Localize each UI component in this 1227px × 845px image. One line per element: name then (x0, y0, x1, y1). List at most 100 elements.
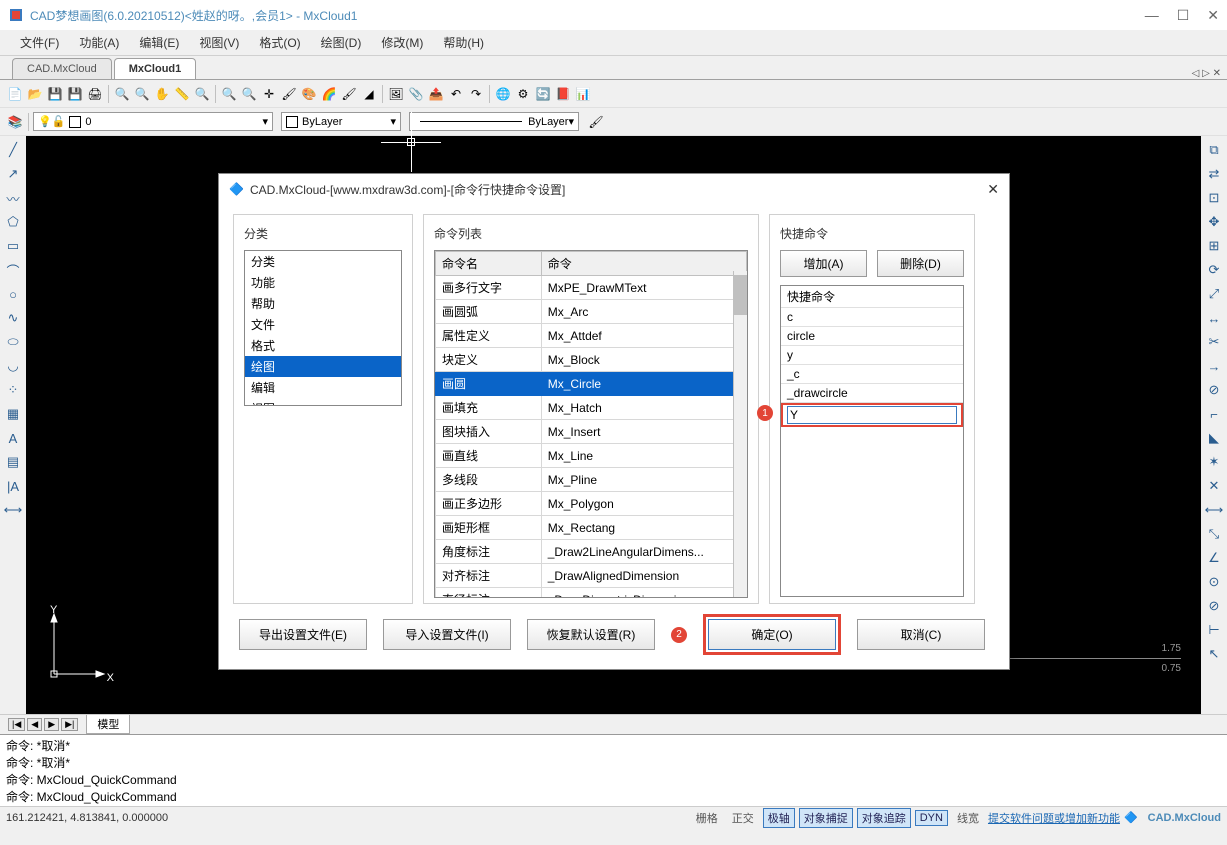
menu-function[interactable]: 功能(A) (69, 31, 129, 54)
status-osnap[interactable]: 对象捕捉 (799, 808, 853, 828)
tab-nav-last-icon[interactable]: ▶| (61, 718, 78, 731)
save-icon[interactable]: 💾 (46, 85, 64, 103)
matchprop-icon[interactable]: 🖌 (587, 113, 605, 131)
dist-icon[interactable]: 📏 (173, 85, 191, 103)
category-item[interactable]: 视图 (245, 398, 401, 406)
minimize-button[interactable]: — (1145, 7, 1159, 24)
undo-icon[interactable]: ↶ (447, 85, 465, 103)
dim-linear-icon[interactable]: ⟷ (1204, 500, 1224, 520)
export-settings-button[interactable]: 导出设置文件(E) (239, 619, 367, 650)
trim-tool-icon[interactable]: ✂ (1204, 332, 1224, 352)
leader-icon[interactable]: ↖ (1204, 644, 1224, 664)
refresh-icon[interactable]: 🔄 (534, 85, 552, 103)
menu-help[interactable]: 帮助(H) (433, 31, 494, 54)
ok-button[interactable]: 确定(O) (708, 619, 836, 650)
move-icon[interactable]: ✛ (260, 85, 278, 103)
category-item[interactable]: 功能 (245, 272, 401, 293)
rect-tool-icon[interactable]: ▭ (3, 236, 23, 256)
category-item[interactable]: 分类 (245, 251, 401, 272)
delete-button[interactable]: 删除(D) (877, 250, 964, 277)
menu-file[interactable]: 文件(F) (10, 31, 69, 54)
linetype-dropdown[interactable]: ByLayer ▾ (409, 112, 579, 131)
color-dropdown[interactable]: ByLayer ▾ (281, 112, 401, 131)
category-item[interactable]: 编辑 (245, 377, 401, 398)
feedback-link[interactable]: 提交软件问题或增加新功能 (988, 810, 1120, 826)
doc-tab[interactable]: CAD.MxCloud (12, 58, 112, 79)
list-item[interactable]: y (781, 346, 963, 365)
dim-angle-icon[interactable]: ∠ (1204, 548, 1224, 568)
color-icon[interactable]: 🎨 (300, 85, 318, 103)
pan-icon[interactable]: ✋ (153, 85, 171, 103)
open-icon[interactable]: 📂 (26, 85, 44, 103)
offset-tool-icon[interactable]: ⊡ (1204, 188, 1224, 208)
copy-tool-icon[interactable]: ⧉ (1204, 140, 1224, 160)
shortcuts-list[interactable]: 快捷命令 c circle y _c _drawcircle 1 (780, 285, 964, 597)
paint-icon[interactable]: 🖌 (280, 85, 298, 103)
column-header[interactable]: 命令名 (436, 252, 542, 276)
fillet-tool-icon[interactable]: ⌐ (1204, 404, 1224, 424)
scrollbar[interactable] (733, 271, 747, 597)
table-tool-icon[interactable]: ▤ (3, 452, 23, 472)
tab-nav-next-icon[interactable]: ▶ (44, 718, 59, 731)
print-icon[interactable]: 🖨 (86, 85, 104, 103)
gradient-icon[interactable]: 🌈 (320, 85, 338, 103)
import-settings-button[interactable]: 导入设置文件(I) (383, 619, 511, 650)
category-item-selected[interactable]: 绘图 (245, 356, 401, 377)
category-item[interactable]: 帮助 (245, 293, 401, 314)
point-tool-icon[interactable]: ⁘ (3, 380, 23, 400)
layer-dropdown[interactable]: 💡 🔓 0 ▾ (33, 112, 273, 131)
pdf-icon[interactable]: 📕 (554, 85, 572, 103)
chamfer-tool-icon[interactable]: ◣ (1204, 428, 1224, 448)
hatch-tool-icon[interactable]: ▦ (3, 404, 23, 424)
attach-icon[interactable]: 📎 (407, 85, 425, 103)
web-icon[interactable]: 🌐 (494, 85, 512, 103)
move-tool-icon[interactable]: ✥ (1204, 212, 1224, 232)
break-tool-icon[interactable]: ⊘ (1204, 380, 1224, 400)
dim-dia-icon[interactable]: ⊘ (1204, 596, 1224, 616)
array-tool-icon[interactable]: ⊞ (1204, 236, 1224, 256)
command-window[interactable]: 命令: *取消* 命令: *取消* 命令: MxCloud_QuickComma… (0, 734, 1227, 806)
saveas-icon[interactable]: 💾 (66, 85, 84, 103)
spline-tool-icon[interactable]: ∿ (3, 308, 23, 328)
new-icon[interactable]: 📄 (6, 85, 24, 103)
scrollbar-thumb[interactable] (734, 275, 747, 315)
model-tab[interactable]: 模型 (86, 715, 130, 734)
restore-defaults-button[interactable]: 恢复默认设置(R) (527, 619, 655, 650)
scale-tool-icon[interactable]: ⤢ (1204, 284, 1224, 304)
zoom-all-icon[interactable]: 🔍 (193, 85, 211, 103)
erase-tool-icon[interactable]: ✕ (1204, 476, 1224, 496)
close-button[interactable]: ✕ (1207, 7, 1219, 24)
arc-tool-icon[interactable]: ⌒ (3, 260, 23, 280)
status-otrack[interactable]: 对象追踪 (857, 808, 911, 828)
ray-tool-icon[interactable]: ↗ (3, 164, 23, 184)
list-item[interactable]: c (781, 308, 963, 327)
doc-tab-active[interactable]: MxCloud1 (114, 58, 197, 79)
calc-icon[interactable]: 📊 (574, 85, 592, 103)
category-item[interactable]: 格式 (245, 335, 401, 356)
menu-edit[interactable]: 编辑(E) (129, 31, 189, 54)
column-header[interactable]: 命令 (541, 252, 746, 276)
status-dyn[interactable]: DYN (915, 810, 948, 826)
settings-icon[interactable]: ⚙ (514, 85, 532, 103)
export-icon[interactable]: 📤 (427, 85, 445, 103)
brush-icon[interactable]: 🖌 (340, 85, 358, 103)
explode-tool-icon[interactable]: ✶ (1204, 452, 1224, 472)
commands-table[interactable]: 命令名命令 画多行文字MxPE_DrawMText 画圆弧Mx_Arc 属性定义… (434, 250, 748, 598)
doc-tabs-nav[interactable]: ◁ ▷ ✕ (1192, 68, 1227, 79)
mirror-tool-icon[interactable]: ⇄ (1204, 164, 1224, 184)
pline-tool-icon[interactable]: 〰 (3, 188, 23, 208)
dialog-close-button[interactable]: ✕ (987, 181, 999, 198)
layers-icon[interactable]: 📚 (6, 113, 24, 131)
categories-list[interactable]: 分类 功能 帮助 文件 格式 绘图 编辑 视图 (244, 250, 402, 406)
cancel-button[interactable]: 取消(C) (857, 619, 985, 650)
ellipse-tool-icon[interactable]: ⬭ (3, 332, 23, 352)
list-item[interactable]: circle (781, 327, 963, 346)
rotate-tool-icon[interactable]: ⟳ (1204, 260, 1224, 280)
zoom-window-icon[interactable]: 🔍 (220, 85, 238, 103)
image-icon[interactable]: 🖼 (387, 85, 405, 103)
menu-draw[interactable]: 绘图(D) (311, 31, 372, 54)
menu-modify[interactable]: 修改(M) (371, 31, 433, 54)
polygon-tool-icon[interactable]: ⬠ (3, 212, 23, 232)
dim-radius-icon[interactable]: ⊙ (1204, 572, 1224, 592)
circle-tool-icon[interactable]: ○ (3, 284, 23, 304)
